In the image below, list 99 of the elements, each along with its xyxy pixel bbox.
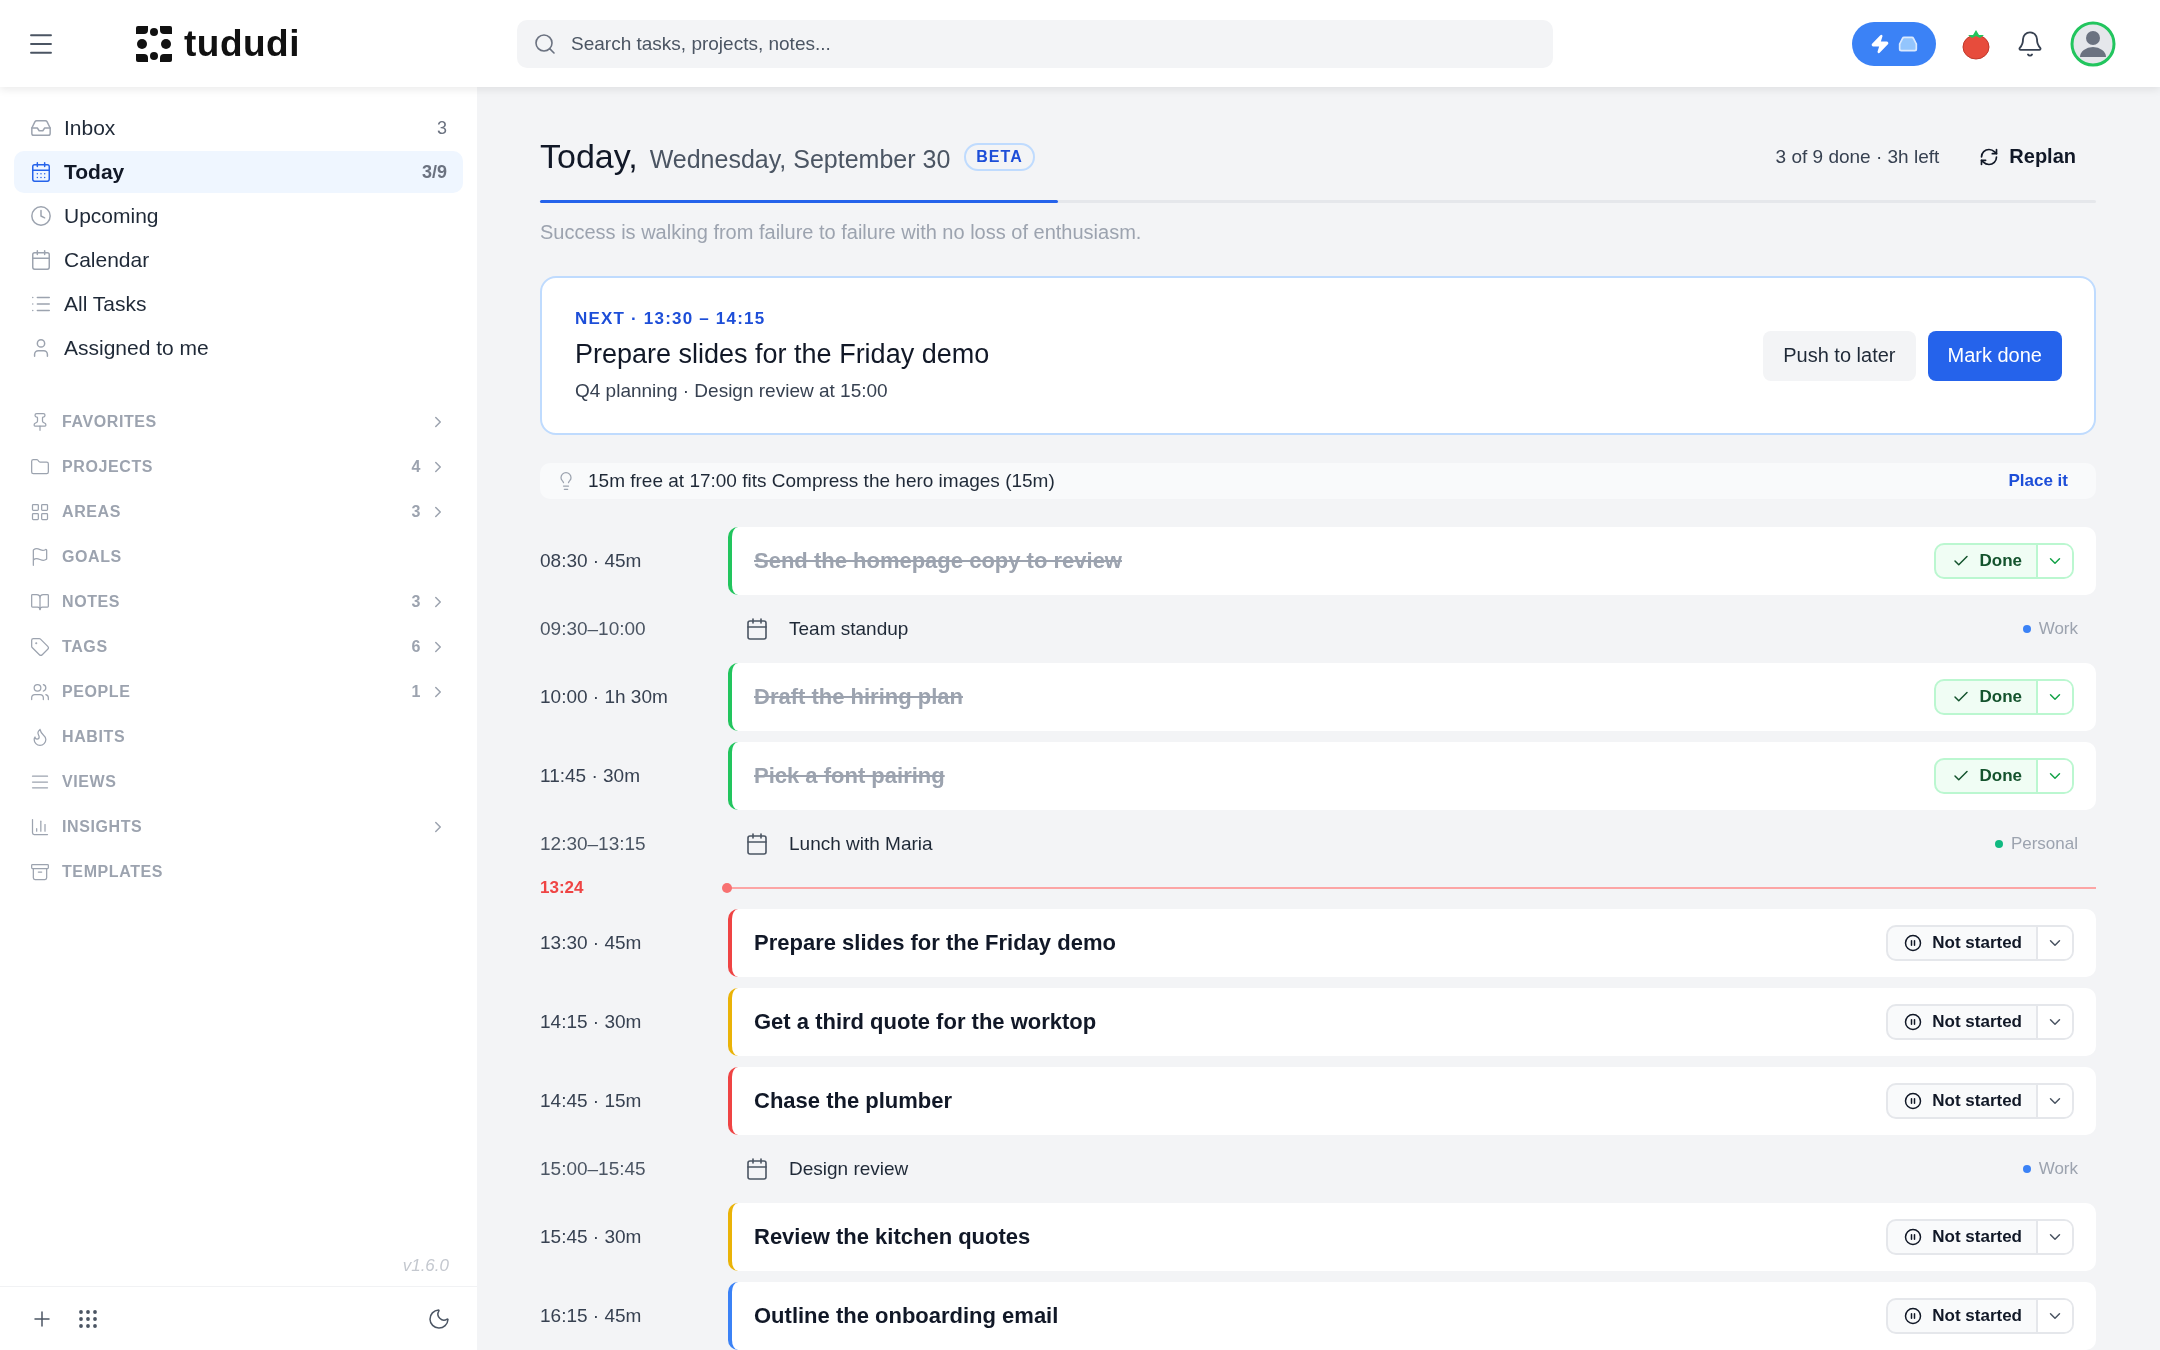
- status-dropdown-button[interactable]: [2036, 1006, 2072, 1038]
- book-icon: [30, 591, 50, 612]
- tag-label: Work: [2038, 619, 2078, 639]
- task-card[interactable]: Pick a font pairing Done: [728, 742, 2096, 810]
- calendar-icon: [745, 1157, 769, 1181]
- next-label: NEXT · 13:30 – 14:15: [575, 309, 767, 330]
- calendar-icon: [745, 832, 769, 856]
- event-title: Lunch with Maria: [789, 833, 933, 855]
- status-dropdown-button[interactable]: [2036, 1300, 2072, 1332]
- moon-icon: [427, 1306, 451, 1331]
- inbox-icon: [30, 117, 52, 139]
- status-dropdown-button[interactable]: [2036, 681, 2072, 713]
- next-task-meta: Q4 planning · Design review at 15:00: [575, 380, 889, 403]
- calendar-icon: [30, 249, 52, 271]
- search-icon: [533, 31, 557, 56]
- event-title: Design review: [789, 1158, 909, 1180]
- task-title: Outline the onboarding email: [754, 1303, 1059, 1329]
- archive-icon: [30, 861, 50, 882]
- task-card[interactable]: Get a third quote for the worktop Not started: [728, 988, 2096, 1056]
- folder-icon: [30, 456, 50, 477]
- quote: Success is walking from failure to failure with no loss of enthusiasm.: [540, 221, 1143, 245]
- push-later-button[interactable]: Push to later: [1763, 330, 1916, 381]
- task-card[interactable]: Prepare slides for the Friday demo Not started: [728, 909, 2096, 977]
- sidebar-item[interactable]: Assigned to me: [14, 327, 463, 369]
- section-count: 3: [411, 502, 421, 521]
- sidebar-item[interactable]: Calendar: [14, 239, 463, 281]
- sidebar-item[interactable]: Today 3/9: [14, 151, 463, 193]
- current-time: 13:24: [540, 878, 585, 898]
- tag-label: Work: [2038, 1159, 2078, 1179]
- version-label: v1.6.0: [401, 1256, 450, 1277]
- pause-icon: [1904, 1013, 1923, 1031]
- task-card[interactable]: Chase the plumber Not started: [728, 1067, 2096, 1135]
- page-title: Today,: [540, 137, 638, 176]
- task-title: Review the kitchen quotes: [754, 1224, 1031, 1250]
- task-card[interactable]: Review the kitchen quotes Not started: [728, 1203, 2096, 1271]
- sidebar-item[interactable]: Inbox 3: [14, 107, 463, 149]
- time-label: 10:00 · 1h 30m: [540, 686, 669, 708]
- bell-icon: [2016, 29, 2044, 58]
- time-label: 09:30–10:00: [540, 618, 647, 640]
- place-it-link[interactable]: Place it: [2008, 471, 2068, 492]
- lightning-icon: [1870, 33, 1890, 54]
- status-dropdown-button[interactable]: [2036, 545, 2072, 577]
- task-card[interactable]: Outline the onboarding email Not started: [728, 1282, 2096, 1350]
- tag-label: Personal: [2010, 834, 2078, 854]
- beta-badge: BETA: [964, 142, 1035, 171]
- time-label: 12:30–13:15: [540, 833, 647, 855]
- task-title: Get a third quote for the worktop: [754, 1009, 1097, 1035]
- time-label: 16:15 · 45m: [540, 1305, 643, 1327]
- event-title: Team standup: [789, 618, 909, 640]
- time-label: 15:45 · 30m: [540, 1226, 643, 1248]
- mark-done-button[interactable]: Mark done: [1927, 330, 2062, 381]
- avatar[interactable]: [2070, 20, 2116, 67]
- status-dropdown-button[interactable]: [2036, 1221, 2072, 1253]
- tag-icon: [30, 636, 50, 657]
- time-label: 11:45 · 30m: [540, 765, 641, 787]
- section-count: 6: [411, 637, 421, 656]
- calendar-icon: [30, 161, 52, 183]
- replan-button[interactable]: Replan: [1979, 145, 2096, 168]
- section-count: 3: [411, 592, 421, 611]
- quick-capture-button[interactable]: [1852, 21, 1936, 66]
- status-dropdown-button[interactable]: [2036, 927, 2072, 959]
- task-title: Draft the hiring plan: [754, 684, 963, 710]
- time-label: 08:30 · 45m: [540, 550, 643, 572]
- task-title: Pick a font pairing: [754, 763, 945, 789]
- logo-icon: [134, 23, 174, 64]
- people-icon: [30, 681, 50, 702]
- page-date: Wednesday, September 30: [649, 145, 951, 174]
- flag-icon: [30, 546, 50, 567]
- pause-icon: [1904, 934, 1923, 952]
- pause-icon: [1904, 1228, 1923, 1246]
- task-card[interactable]: Draft the hiring plan Done: [728, 663, 2096, 731]
- search-field[interactable]: Search tasks, projects, notes...: [517, 19, 1553, 68]
- notifications-button[interactable]: [2016, 29, 2044, 58]
- time-label: 14:15 · 30m: [540, 1011, 643, 1033]
- next-task-title: Prepare slides for the Friday demo: [575, 339, 991, 371]
- task-card[interactable]: Send the homepage copy to review Done: [728, 527, 2096, 595]
- section-count: 4: [411, 457, 421, 476]
- status-dropdown-button[interactable]: [2036, 760, 2072, 792]
- time-label: 14:45 · 15m: [540, 1090, 643, 1112]
- task-title: Prepare slides for the Friday demo: [754, 930, 1116, 956]
- bar-chart-icon: [30, 816, 50, 837]
- dark-mode-button[interactable]: [427, 1306, 451, 1331]
- suggestion-text: 15m free at 17:00 fits Compress the hero images (15m): [588, 470, 1055, 493]
- refresh-icon: [1979, 146, 2000, 167]
- status-dropdown-button[interactable]: [2036, 1085, 2072, 1117]
- task-title: Send the homepage copy to review: [754, 548, 1122, 574]
- calendar-icon: [745, 617, 769, 641]
- time-label: 13:30 · 45m: [540, 932, 643, 954]
- sidebar-item[interactable]: Upcoming: [14, 195, 463, 237]
- app-name: tududi: [184, 22, 300, 65]
- section-count: 1: [411, 682, 421, 701]
- grid-icon: [30, 501, 50, 522]
- pause-icon: [1904, 1307, 1923, 1325]
- time-label: 15:00–15:45: [540, 1158, 647, 1180]
- progress-summary: 3 of 9 done · 3h left: [1775, 145, 1940, 168]
- pause-icon: [1904, 1092, 1923, 1110]
- clock-icon: [30, 205, 52, 227]
- sidebar-item[interactable]: All Tasks: [14, 283, 463, 325]
- task-title: Chase the plumber: [754, 1088, 953, 1114]
